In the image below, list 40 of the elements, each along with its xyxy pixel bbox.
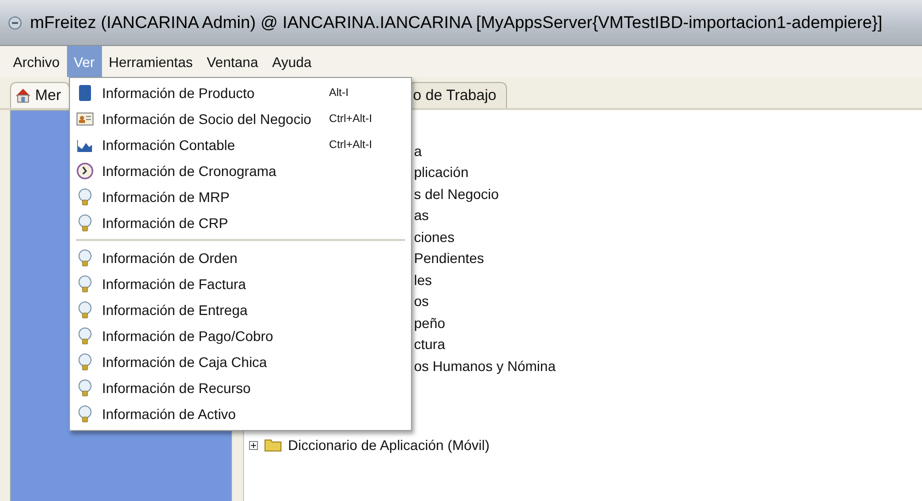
menu-item[interactable]: Información de Entrega xyxy=(70,297,411,323)
menu-item[interactable]: Información de CRP xyxy=(70,210,411,236)
tree-item[interactable]: Diccionario de Aplicación (Móvil) xyxy=(244,434,922,456)
menu-bar-item[interactable]: Ventana xyxy=(200,46,266,77)
expand-icon[interactable] xyxy=(249,440,258,450)
house-icon xyxy=(15,87,32,104)
shortcut-label: Ctrl+Alt-I xyxy=(329,113,374,125)
light-bulb-icon xyxy=(76,327,94,345)
light-bulb-icon xyxy=(76,275,94,293)
menu-item[interactable]: Información de Cronograma xyxy=(70,158,411,184)
tab[interactable]: o de Trabajo xyxy=(409,82,508,108)
menu-item[interactable]: Información de Orden xyxy=(70,245,411,271)
light-bulb-icon xyxy=(76,301,94,319)
contact-card-icon xyxy=(76,110,94,128)
app-icon xyxy=(8,16,22,30)
light-bulb-icon xyxy=(76,249,94,267)
book-icon xyxy=(76,84,94,102)
menu-item[interactable]: Información de Recurso xyxy=(70,375,411,401)
light-bulb-icon xyxy=(76,214,94,232)
clock-icon xyxy=(76,162,94,180)
folder-icon xyxy=(264,438,282,452)
light-bulb-icon xyxy=(76,188,94,206)
menu-item[interactable]: Información de Factura xyxy=(70,271,411,297)
light-bulb-icon xyxy=(76,379,94,397)
menu-item[interactable]: Información de Pago/Cobro xyxy=(70,323,411,349)
menu-bar-item[interactable]: Archivo xyxy=(6,46,67,77)
menu-bar-item[interactable]: Ayuda xyxy=(265,46,319,77)
light-bulb-icon xyxy=(76,405,94,423)
menu-item[interactable]: Información de Caja Chica xyxy=(70,349,411,375)
menu-bar-item[interactable]: Herramientas xyxy=(102,46,200,77)
shortcut-label: Alt-I xyxy=(329,87,350,99)
tab[interactable]: Mer xyxy=(10,82,70,108)
window-title: mFreitez (IANCARINA Admin) @ IANCARINA.IANCARINA [MyAppsServer{VMTestIBD-importacion1-adempiere}] xyxy=(30,12,882,32)
shortcut-label: Ctrl+Alt-I xyxy=(329,139,374,151)
menu-item[interactable]: Información Contable Ctrl+Alt-I xyxy=(70,132,411,158)
light-bulb-icon xyxy=(76,353,94,371)
menu-item[interactable]: Información de Activo xyxy=(70,401,411,427)
menu-item[interactable]: Información de Socio del Negocio Ctrl+Alt-I xyxy=(70,106,411,132)
menu-item[interactable]: Información de MRP xyxy=(70,184,411,210)
menu-item[interactable]: Información de Producto Alt-I xyxy=(70,80,411,106)
